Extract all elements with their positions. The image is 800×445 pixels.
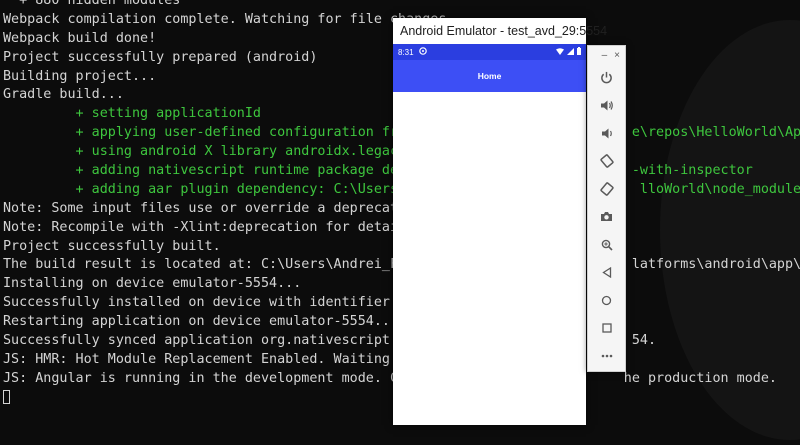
camera-icon	[601, 212, 612, 222]
volume-down-icon	[601, 128, 612, 139]
zoom-button[interactable]	[588, 231, 625, 259]
terminal-cursor	[3, 389, 10, 404]
battery-icon	[577, 47, 581, 57]
more-icon	[601, 354, 612, 358]
home-icon	[601, 295, 612, 305]
volume-up-button[interactable]	[588, 92, 625, 120]
volume-up-icon	[600, 100, 613, 111]
back-icon	[601, 266, 611, 278]
signal-icon	[567, 47, 574, 57]
phone-status-bar: 8:31	[393, 44, 586, 60]
wifi-icon	[556, 47, 564, 57]
status-time: 8:31	[398, 47, 414, 57]
overview-button[interactable]	[588, 314, 625, 342]
app-content-area[interactable]	[393, 92, 586, 425]
power-button[interactable]	[588, 64, 625, 92]
toolbar-window-controls: ‒ ×	[588, 46, 625, 64]
rotate-right-button[interactable]	[588, 175, 625, 203]
app-title: Home	[477, 71, 502, 81]
screenshot-button[interactable]	[588, 203, 625, 231]
app-action-bar: Home	[393, 60, 586, 92]
rotate-left-icon	[599, 154, 614, 169]
more-button[interactable]	[588, 342, 625, 370]
emulator-title[interactable]: Android Emulator - test_avd_29:5554	[393, 18, 607, 44]
power-icon	[601, 72, 612, 84]
overview-icon	[601, 323, 612, 333]
android-emulator-window[interactable]: Android Emulator - test_avd_29:5554 8:31…	[393, 18, 607, 425]
close-button[interactable]: ×	[614, 50, 620, 61]
zoom-icon	[601, 239, 613, 251]
rotate-left-button[interactable]	[588, 147, 625, 175]
emulator-toolbar: ‒ ×	[587, 45, 626, 372]
volume-down-button[interactable]	[588, 120, 625, 148]
minimize-button[interactable]: ‒	[602, 50, 608, 61]
rotate-right-icon	[599, 182, 614, 196]
home-button[interactable]	[588, 286, 625, 314]
notification-icon	[418, 47, 427, 57]
terminal-line: + 880 hidden modules	[3, 0, 181, 8]
back-button[interactable]	[588, 259, 625, 287]
